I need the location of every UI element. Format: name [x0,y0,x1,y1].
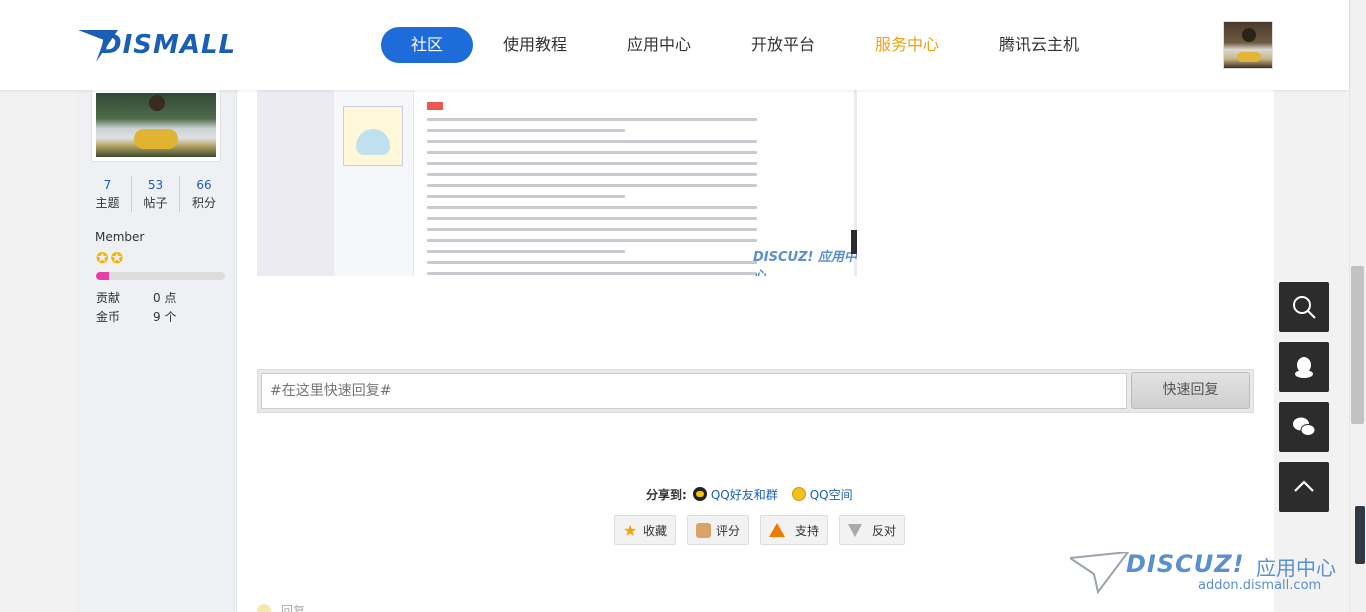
stat-points-label: 积分 [191,196,216,210]
credit-key: 金币 [96,310,121,324]
post-actions: ★ 收藏 评分 支持 反对 [614,515,916,545]
discuz-watermark: DISCUZ! 应用中心 addon.dismall.com [1070,550,1350,596]
credit-contribution: 贡献 0 点 [96,289,176,306]
favorite-button[interactable]: ★ 收藏 [614,515,677,545]
level-progress-fill [96,272,109,280]
watermark-brand: DISCUZ! [1126,550,1245,578]
stat-posts[interactable]: 53 帖子 [132,176,180,212]
nav-community[interactable]: 社区 [381,27,473,63]
support-button[interactable]: 支持 [760,515,829,545]
share-label: 分享到: [646,487,687,502]
embedded-text-lines [427,118,757,276]
stat-posts-value[interactable]: 53 [132,176,179,194]
reply-link[interactable]: 回复 [257,602,305,612]
reply-icon [257,603,271,612]
search-icon [1293,296,1316,319]
main-nav: 社区 使用教程 应用中心 开放平台 服务中心 腾讯云主机 [381,27,1109,63]
share-bar: 分享到: QQ好友和群 QQ空间 [646,485,867,503]
share-qq-label: QQ好友和群 [710,487,778,502]
credit-coins: 金币 9 个 [96,308,176,325]
back-to-top-button[interactable] [1279,462,1329,512]
oppose-button[interactable]: 反对 [839,515,906,545]
thumbs-up-icon [696,522,712,538]
user-avatar[interactable] [1223,21,1273,69]
mini-widget[interactable] [1355,506,1365,564]
level-progress-bar [96,272,225,280]
watermark-plane-icon [1070,552,1130,595]
logo-text: DISMALL [100,30,237,60]
stat-threads-value[interactable]: 7 [84,176,131,194]
wechat-tool-button[interactable] [1279,402,1329,452]
stat-posts-label: 帖子 [143,196,168,210]
embedded-avatar [343,106,403,166]
qq-penguin-icon [1295,357,1313,378]
site-logo[interactable]: DISMALL [78,26,268,66]
author-avatar[interactable] [91,88,221,162]
arrow-up-icon [769,523,786,537]
nav-open-platform[interactable]: 开放平台 [721,27,845,63]
rate-button[interactable]: 评分 [687,515,750,545]
credit-value: 9 个 [153,310,177,324]
scrollbar-thumb[interactable] [1351,266,1364,424]
quick-reply-button[interactable]: 快速回复 [1131,372,1250,409]
avatar-photo [96,93,216,157]
watermark-site: addon.dismall.com [1198,578,1322,593]
share-qzone-label: QQ空间 [809,487,853,502]
qq-icon [692,487,707,501]
star-icon: ✪ [110,249,124,267]
star-icon: ★ [623,520,638,540]
wechat-icon [1293,417,1316,436]
chevron-up-icon [1294,480,1314,492]
share-qzone-link[interactable]: QQ空间 [791,486,853,503]
watermark-suffix: 应用中心 [1256,556,1336,580]
credit-value: 0 点 [153,291,177,305]
embedded-watermark: DISCUZ! 应用中心 [753,250,857,276]
stat-threads[interactable]: 7 主题 [84,176,132,212]
user-group[interactable]: Member [95,230,144,244]
qzone-icon [791,487,806,501]
arrow-down-icon [848,523,863,537]
search-tool-button[interactable] [1279,282,1329,332]
stat-threads-label: 主题 [95,196,120,210]
stat-points-value[interactable]: 66 [180,176,228,194]
qq-tool-button[interactable] [1279,342,1329,392]
nav-app-center[interactable]: 应用中心 [597,27,721,63]
site-header: DISMALL 社区 使用教程 应用中心 开放平台 服务中心 腾讯云主机 [0,0,1349,90]
nav-tutorials[interactable]: 使用教程 [473,27,597,63]
quick-reply-input[interactable] [261,373,1127,409]
stat-points[interactable]: 66 积分 [180,176,228,212]
author-stats: 7 主题 53 帖子 66 积分 [84,176,228,212]
share-qq-link[interactable]: QQ好友和群 [692,486,778,503]
credit-key: 贡献 [96,291,121,305]
star-icon: ✪ [96,249,109,267]
nav-service-center[interactable]: 服务中心 [845,27,969,63]
nav-tencent-cloud[interactable]: 腾讯云主机 [969,27,1109,63]
rank-stars: ✪ ✪ [96,250,123,266]
post-attachment-image[interactable]: DISCUZ! 应用中心 [257,90,857,276]
